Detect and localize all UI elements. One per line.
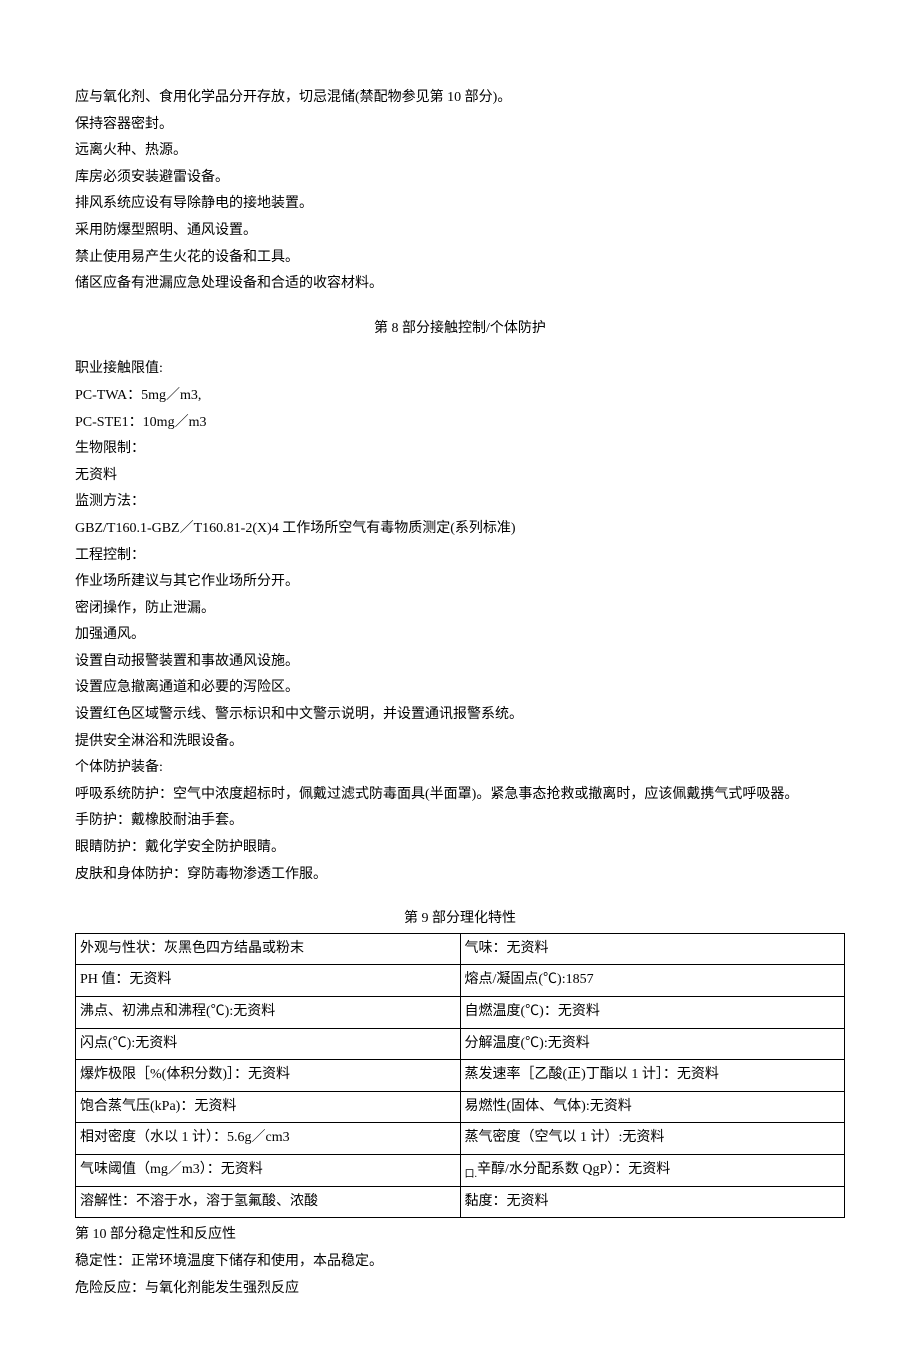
- s8-line: 设置自动报警装置和事故通风设施。: [75, 649, 845, 676]
- storage-line: 保持容器密封。: [75, 112, 845, 139]
- s8-line: 密闭操作，防止泄漏。: [75, 596, 845, 623]
- table-row: 闪点(℃):无资料 分解温度(℃):无资料: [76, 1028, 845, 1060]
- cell-solubility: 溶解性：不溶于水，溶于氢氟酸、浓酸: [76, 1186, 461, 1218]
- s8-line: 眼睛防护：戴化学安全防护眼睛。: [75, 835, 845, 862]
- storage-line: 应与氧化剂、食用化学品分开存放，切忌混储(禁配物参见第 10 部分)。: [75, 85, 845, 112]
- storage-block: 应与氧化剂、食用化学品分开存放，切忌混储(禁配物参见第 10 部分)。 保持容器…: [75, 85, 845, 298]
- table-row: 饱合蒸气压(kPa)：无资料 易燃性(固体、气体):无资料: [76, 1091, 845, 1123]
- cell-appearance: 外观与性状：灰黑色四方结晶或粉末: [76, 933, 461, 965]
- cell-evaprate: 蒸发速率［乙酸(正)丁酯以 1 计］：无资料: [460, 1060, 845, 1092]
- section-8-body: 职业接触限值: PC-TWA：5mg／m3, PC-STE1：10mg／m3 生…: [75, 356, 845, 888]
- cell-density: 相对密度（水以 1 计）：5.6g／cm3: [76, 1123, 461, 1155]
- s8-line: PC-STE1：10mg／m3: [75, 410, 845, 437]
- table-row: 气味阈值（mg／m3）：无资料 口.辛醇/水分配系数 QgP）：无资料: [76, 1154, 845, 1186]
- s8-line: 皮肤和身体防护：穿防毒物渗透工作服。: [75, 862, 845, 889]
- table-row: 爆炸极限［%(体积分数)］：无资料 蒸发速率［乙酸(正)丁酯以 1 计］：无资料: [76, 1060, 845, 1092]
- s8-line: 提供安全淋浴和洗眼设备。: [75, 729, 845, 756]
- cell-partition-sub: 口.: [465, 1169, 478, 1180]
- s8-line: 生物限制：: [75, 436, 845, 463]
- cell-melting: 熔点/凝固点(℃):1857: [460, 965, 845, 997]
- cell-vapordensity: 蒸气密度（空气以 1 计）:无资料: [460, 1123, 845, 1155]
- s8-line: PC-TWA：5mg／m3,: [75, 383, 845, 410]
- s8-line: 设置红色区域警示线、警示标识和中文警示说明，并设置通讯报警系统。: [75, 702, 845, 729]
- cell-odorthreshold: 气味阈值（mg／m3）：无资料: [76, 1154, 461, 1186]
- section-10-title: 第 10 部分稳定性和反应性: [75, 1222, 845, 1249]
- storage-line: 禁止使用易产生火花的设备和工具。: [75, 245, 845, 272]
- s8-line: 手防护：戴橡胶耐油手套。: [75, 808, 845, 835]
- s10-line: 稳定性：正常环境温度下储存和使用，本品稳定。: [75, 1249, 845, 1276]
- cell-vaporpressure: 饱合蒸气压(kPa)：无资料: [76, 1091, 461, 1123]
- cell-partition-main: 辛醇/水分配系数 QgP）：无资料: [477, 1162, 670, 1177]
- s8-line: 作业场所建议与其它作业场所分开。: [75, 569, 845, 596]
- cell-decomp: 分解温度(℃):无资料: [460, 1028, 845, 1060]
- s8-line: 无资料: [75, 463, 845, 490]
- cell-flammability: 易燃性(固体、气体):无资料: [460, 1091, 845, 1123]
- storage-line: 库房必须安装避雷设备。: [75, 165, 845, 192]
- cell-ph: PH 值：无资料: [76, 965, 461, 997]
- s8-line: 工程控制：: [75, 543, 845, 570]
- storage-line: 排风系统应设有导除静电的接地装置。: [75, 191, 845, 218]
- cell-viscosity: 黏度：无资料: [460, 1186, 845, 1218]
- cell-odor: 气味：无资料: [460, 933, 845, 965]
- storage-line: 采用防爆型照明、通风设置。: [75, 218, 845, 245]
- s10-line: 危险反应：与氧化剂能发生强烈反应: [75, 1276, 845, 1303]
- cell-explosion: 爆炸极限［%(体积分数)］：无资料: [76, 1060, 461, 1092]
- s8-line: GBZ/T160.1-GBZ／T160.81-2(X)4 工作场所空气有毒物质测…: [75, 516, 845, 543]
- s8-line: 个体防护装备:: [75, 755, 845, 782]
- cell-partition: 口.辛醇/水分配系数 QgP）：无资料: [460, 1154, 845, 1186]
- cell-boiling: 沸点、初沸点和沸程(℃):无资料: [76, 997, 461, 1029]
- s8-line: 加强通风。: [75, 622, 845, 649]
- section-10-block: 第 10 部分稳定性和反应性 稳定性：正常环境温度下储存和使用，本品稳定。 危险…: [75, 1222, 845, 1302]
- s8-line: 监测方法：: [75, 489, 845, 516]
- table-row: PH 值：无资料 熔点/凝固点(℃):1857: [76, 965, 845, 997]
- section-8-title: 第 8 部分接触控制/个体防护: [75, 316, 845, 343]
- storage-line: 储区应备有泄漏应急处理设备和合适的收容材料。: [75, 271, 845, 298]
- table-row: 沸点、初沸点和沸程(℃):无资料 自燃温度(℃)：无资料: [76, 997, 845, 1029]
- s8-line: 职业接触限值:: [75, 356, 845, 383]
- cell-flash: 闪点(℃):无资料: [76, 1028, 461, 1060]
- s8-line: 设置应急撤离通道和必要的泻险区。: [75, 675, 845, 702]
- cell-autoignition: 自燃温度(℃)：无资料: [460, 997, 845, 1029]
- table-row: 外观与性状：灰黑色四方结晶或粉末 气味：无资料: [76, 933, 845, 965]
- s8-line: 呼吸系统防护：空气中浓度超标时，佩戴过滤式防毒面具(半面罩)。紧急事态抢救或撤离…: [75, 782, 845, 809]
- table-row: 相对密度（水以 1 计）：5.6g／cm3 蒸气密度（空气以 1 计）:无资料: [76, 1123, 845, 1155]
- properties-table: 外观与性状：灰黑色四方结晶或粉末 气味：无资料 PH 值：无资料 熔点/凝固点(…: [75, 933, 845, 1219]
- storage-line: 远离火种、热源。: [75, 138, 845, 165]
- section-9-title: 第 9 部分理化特性: [75, 906, 845, 933]
- table-row: 溶解性：不溶于水，溶于氢氟酸、浓酸 黏度：无资料: [76, 1186, 845, 1218]
